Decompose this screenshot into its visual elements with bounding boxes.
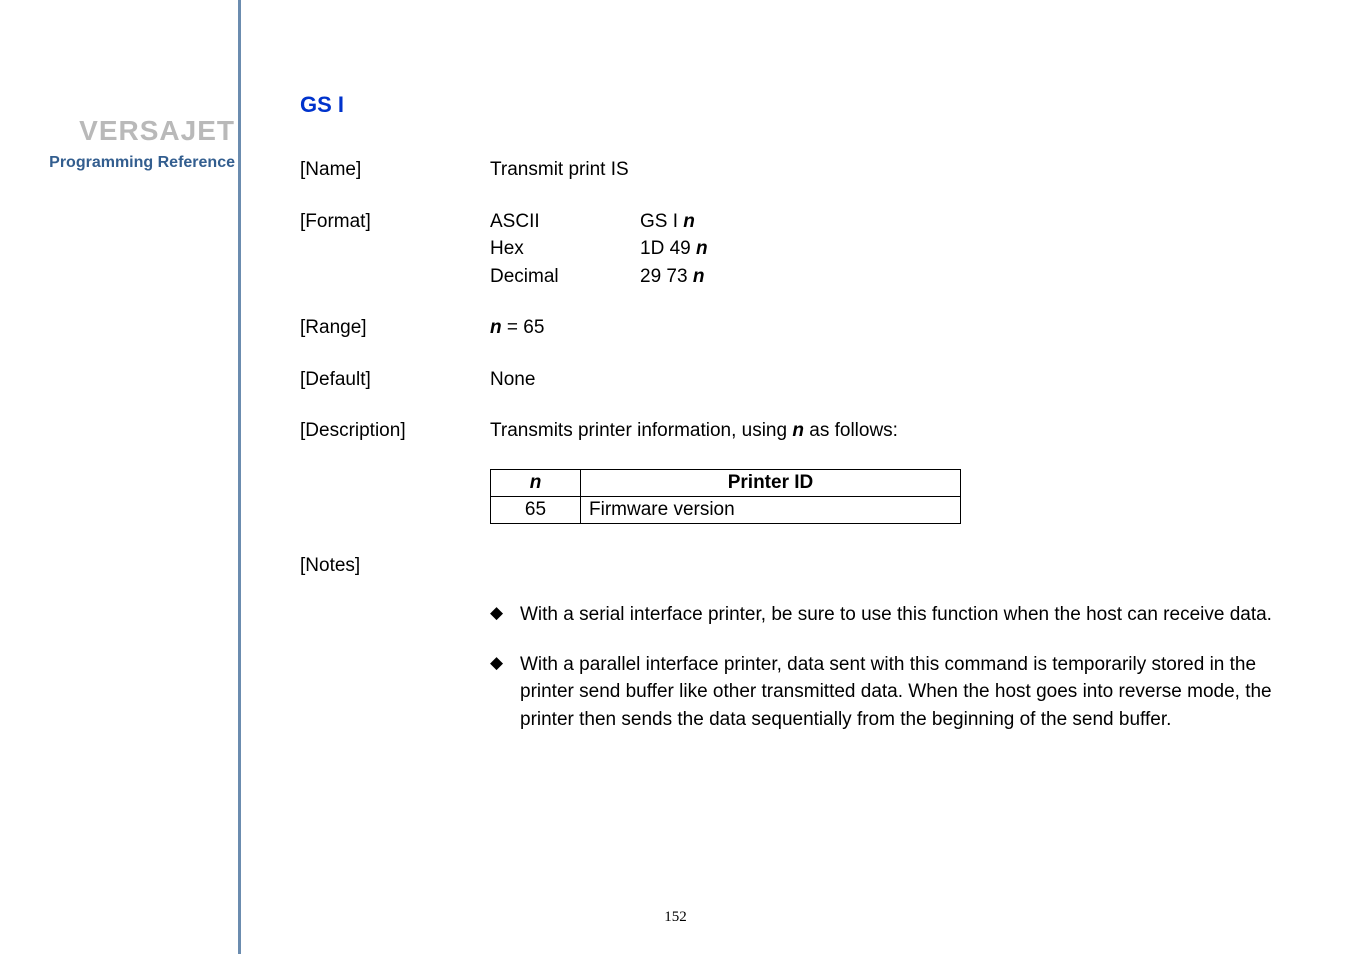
value-name: Transmit print IS [490, 156, 1300, 184]
row-range: [Range] n = 65 [300, 314, 1300, 342]
command-heading: GS I [300, 92, 1300, 118]
label-range: [Range] [300, 314, 490, 342]
format-dec-pre: 29 73 [640, 266, 693, 287]
desc-n: n [792, 420, 804, 441]
table-header-printer-id: Printer ID [581, 469, 961, 496]
range-n: n [490, 317, 502, 338]
diamond-bullet-icon: ◆ [490, 651, 520, 734]
label-default: [Default] [300, 366, 490, 394]
row-format: [Format] ASCII GS I n Hex 1D 49 n Decima… [300, 208, 1300, 291]
note-item-1: ◆ With a serial interface printer, be su… [490, 601, 1300, 629]
main-content: GS I [Name] Transmit print IS [Format] A… [300, 92, 1300, 756]
format-dec-value: 29 73 n [640, 263, 790, 291]
row-name: [Name] Transmit print IS [300, 156, 1300, 184]
printer-id-table: n Printer ID 65 Firmware version [490, 469, 961, 524]
table-row: 65 Firmware version [491, 496, 961, 523]
note-item-2: ◆ With a parallel interface printer, dat… [490, 651, 1300, 734]
brand-subtitle: Programming Reference [18, 154, 235, 172]
range-eq: = 65 [502, 317, 545, 338]
format-ascii-n: n [683, 211, 695, 232]
format-hex-pre: 1D 49 [640, 238, 696, 259]
page-number: 152 [0, 909, 1351, 926]
table-header-row: n Printer ID [491, 469, 961, 496]
desc-pre: Transmits printer information, using [490, 420, 792, 441]
sidebar: VERSAJET Programming Reference [0, 0, 240, 954]
row-description: [Description] Transmits printer informat… [300, 417, 1300, 445]
note-text-1: With a serial interface printer, be sure… [520, 601, 1300, 629]
label-name: [Name] [300, 156, 490, 184]
value-default: None [490, 366, 1300, 394]
value-description: Transmits printer information, using n a… [490, 417, 1300, 445]
brand-title: VERSAJET [40, 115, 235, 147]
table-cell-n: 65 [491, 496, 581, 523]
format-ascii-label: ASCII [490, 208, 640, 236]
label-format: [Format] [300, 208, 490, 291]
format-dec-label: Decimal [490, 263, 640, 291]
diamond-bullet-icon: ◆ [490, 601, 520, 629]
format-hex-value: 1D 49 n [640, 235, 790, 263]
value-format: ASCII GS I n Hex 1D 49 n Decimal 29 73 n [490, 208, 1300, 291]
sidebar-divider [238, 0, 241, 954]
value-range: n = 65 [490, 314, 1300, 342]
desc-post: as follows: [804, 420, 898, 441]
row-default: [Default] None [300, 366, 1300, 394]
format-ascii-value: GS I n [640, 208, 790, 236]
table-cell-printer-id: Firmware version [581, 496, 961, 523]
notes-section: [Notes] ◆ With a serial interface printe… [300, 552, 1300, 734]
table-header-n: n [491, 469, 581, 496]
format-hex-label: Hex [490, 235, 640, 263]
label-notes: [Notes] [300, 552, 1300, 580]
label-description: [Description] [300, 417, 490, 445]
format-ascii-pre: GS I [640, 211, 683, 232]
format-hex-n: n [696, 238, 708, 259]
format-dec-n: n [693, 266, 705, 287]
note-text-2: With a parallel interface printer, data … [520, 651, 1300, 734]
